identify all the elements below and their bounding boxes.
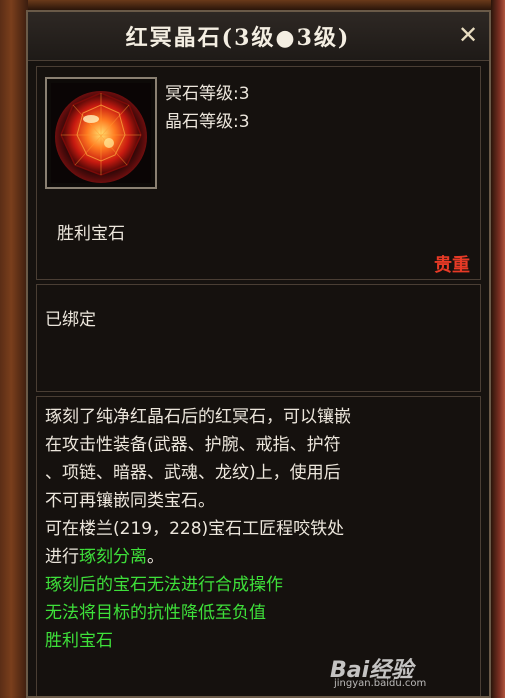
description-suffix: 。 [147,547,164,567]
item-description: 琢刻了纯净红晶石后的红冥石，可以镶嵌 在攻击性装备(武器、护腕、戒指、护符 、项… [45,403,475,655]
bind-status: 已绑定 [45,310,96,330]
description-line: 不可再镶嵌同类宝石。 [45,491,215,511]
watermark-site: jingyan.baidu.com [334,678,427,689]
description-line: 可在楼兰(219，228)宝石工匠程咬铁处 [45,519,345,539]
description-line-npc: 进行琢刻分离。 [45,543,475,571]
item-icon-slot [45,77,157,189]
game-background-right [491,0,505,698]
item-summary-section: 冥石等级:3 晶石等级:3 胜利宝石 贵重 [36,66,481,280]
baidu-watermark: Bai经验 jingyan.baidu.com [330,652,460,692]
game-background-left [0,0,28,698]
gem-type-label: 胜利宝石 [57,224,125,244]
binding-section: 已绑定 [36,284,481,392]
effect-line: 胜利宝石 [45,631,113,651]
red-gem-icon [51,83,151,183]
rarity-label: 贵重 [434,255,470,276]
effect-line: 无法将目标的抗性降低至负值 [45,603,266,623]
stat-mingshi-level: 冥石等级:3 [165,84,250,104]
description-prefix: 进行 [45,547,79,567]
item-title: 红冥晶石(3级●3级) [125,25,351,51]
game-background-top [0,0,505,10]
description-section: 琢刻了纯净红晶石后的红冥石，可以镶嵌 在攻击性装备(武器、护腕、戒指、护符 、项… [36,396,481,696]
tooltip-titlebar: 红冥晶石(3级●3级) ✕ [28,12,489,61]
description-line: 在攻击性装备(武器、护腕、戒指、护符 [45,435,341,455]
description-line: 、项链、暗器、武魂、龙纹)上，使用后 [45,463,341,483]
close-icon[interactable]: ✕ [455,22,481,48]
carve-separate-link: 琢刻分离 [79,547,147,567]
stat-jingshi-level: 晶石等级:3 [165,112,250,132]
description-line: 琢刻了纯净红晶石后的红冥石，可以镶嵌 [45,407,351,427]
effect-line: 琢刻后的宝石无法进行合成操作 [45,575,283,595]
item-tooltip-panel: 红冥晶石(3级●3级) ✕ 冥石等级:3 晶石等级:3 胜利宝石 贵重 已绑定 … [26,10,491,698]
